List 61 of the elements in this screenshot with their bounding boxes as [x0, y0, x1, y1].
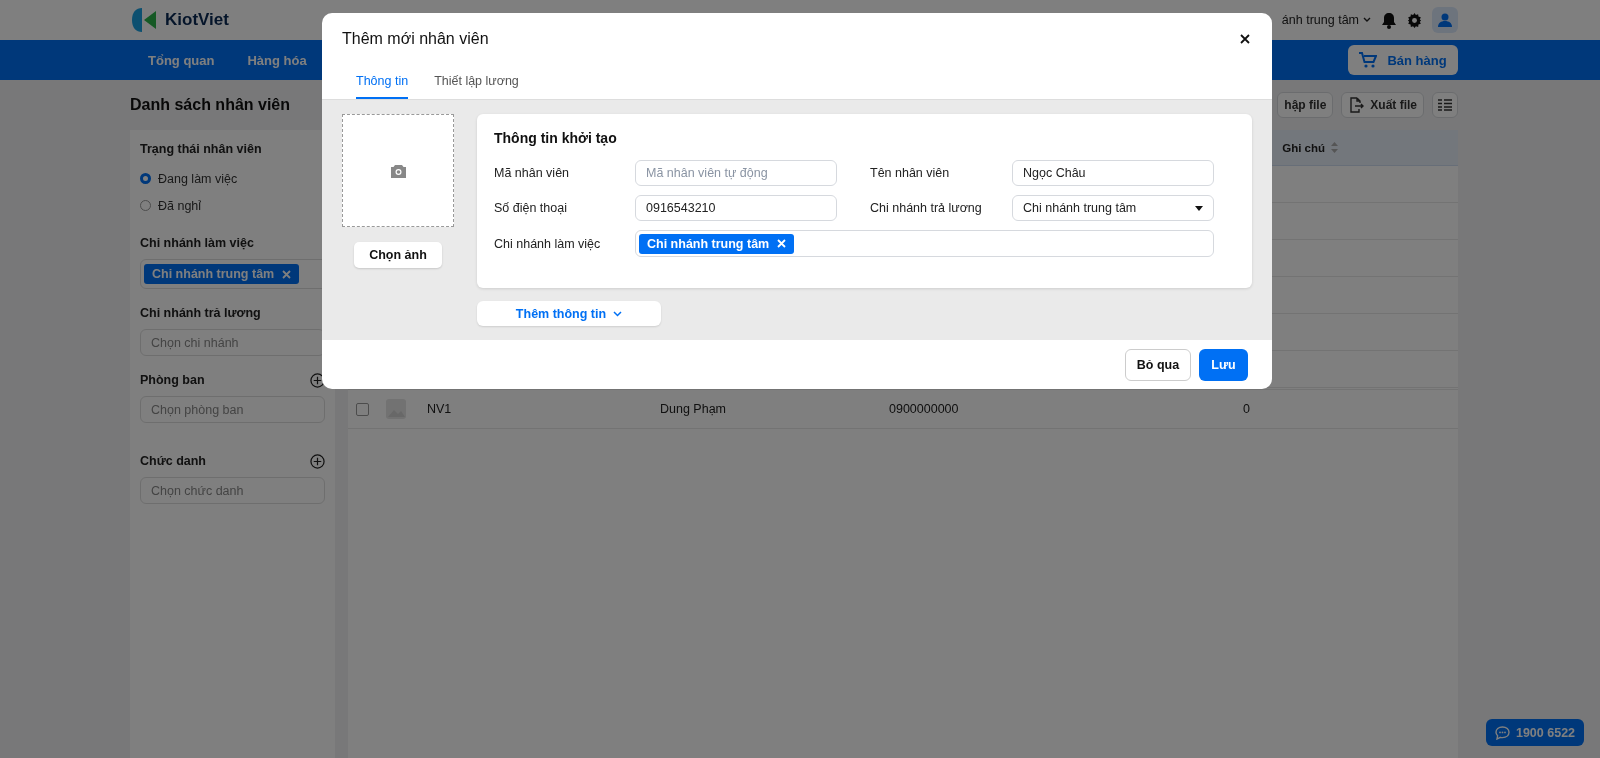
column-settings-button[interactable]	[1432, 92, 1458, 118]
field-label: Chi nhánh trả lương	[869, 201, 983, 215]
cart-icon	[1359, 52, 1378, 68]
user-avatar[interactable]	[1432, 7, 1458, 33]
field-label: Mã nhân viên	[494, 166, 571, 180]
table-cell-text: NV1	[427, 402, 453, 416]
save-button[interactable]: Lưu	[1199, 348, 1248, 381]
table-cell: 0	[1243, 402, 1250, 416]
filter-title: Phòng ban	[140, 373, 205, 387]
section-title: Thông tin khởi tạo	[494, 130, 618, 146]
row-checkbox[interactable]	[356, 402, 369, 416]
chevron-down-icon	[613, 310, 623, 317]
import-button[interactable]: hập file	[1277, 92, 1334, 118]
tag-field[interactable]: Chi nhánh trung tâm	[635, 230, 1214, 257]
field-label: Số điện thoại	[494, 201, 568, 215]
select-field[interactable]: Chọn phòng ban	[140, 396, 325, 423]
chat-icon	[1494, 725, 1510, 740]
field-label: Tên nhân viên	[869, 166, 951, 180]
more-info-button[interactable]: Thêm thông tin	[477, 301, 661, 326]
select-field[interactable]: Chọn chi nhánh	[140, 329, 325, 356]
choose-photo-button[interactable]: Chọn ảnh	[354, 242, 442, 268]
column-header[interactable]: Ghi chú	[1282, 141, 1338, 154]
settings-icon[interactable]	[1407, 12, 1422, 28]
nav-item[interactable]: Tổng quan	[148, 52, 215, 68]
filter-title: Chức danh	[140, 454, 206, 468]
filter-title: Trạng thái nhân viên	[140, 142, 262, 156]
export-button[interactable]: Xuất file	[1341, 92, 1424, 118]
cancel-button[interactable]: Bỏ qua	[1125, 348, 1191, 381]
list-icon	[1438, 99, 1452, 111]
support-button[interactable]: 1900 6522	[1486, 719, 1584, 746]
tab[interactable]: Thiết lập lương	[434, 65, 519, 99]
table-cell-text: 0900000000	[889, 402, 960, 416]
user-icon	[1438, 13, 1452, 27]
logo-text: KiotViet	[165, 10, 229, 30]
bell-icon[interactable]	[1381, 11, 1397, 29]
filter-title: Chi nhánh trả lương	[140, 306, 261, 320]
camera-icon	[389, 163, 407, 178]
field-label: Chi nhánh làm việc	[494, 236, 602, 251]
radio-option[interactable]: Đã nghỉ	[140, 192, 325, 219]
branch-selector[interactable]: ánh trung tâm	[1281, 13, 1371, 27]
filter-title: Chi nhánh làm việc	[140, 236, 254, 250]
page-title: Danh sách nhân viên	[130, 96, 291, 114]
sell-button[interactable]: Bán hàng	[1348, 45, 1458, 75]
dropdown-arrow-icon	[1195, 205, 1203, 211]
input-field[interactable]: 0916543210	[635, 195, 837, 221]
chevron-down-icon	[1363, 17, 1371, 23]
dialog-title: Thêm mới nhân viên	[342, 30, 489, 48]
photo-dropzone[interactable]	[342, 114, 454, 227]
input-field[interactable]: Ngọc Châu	[1012, 160, 1214, 186]
sort-icon	[1331, 142, 1338, 153]
select-field[interactable]: Chi nhánh trung tâm	[1012, 195, 1214, 221]
radio-option[interactable]: Đang làm việc	[140, 165, 325, 192]
close-icon[interactable]	[1240, 34, 1250, 44]
select-field[interactable]: Chọn chức danh	[140, 477, 325, 504]
nav-item[interactable]: Hàng hóa	[247, 52, 307, 68]
file-export-icon	[1348, 97, 1365, 113]
logo-icon	[130, 7, 158, 33]
table-cell-text: Dung Phạm	[660, 402, 727, 416]
input-field[interactable]: Mã nhân viên tự động	[635, 160, 837, 186]
branch-tag: Chi nhánh trung tâm	[144, 264, 300, 284]
branch-tag: Chi nhánh trung tâm	[639, 233, 795, 254]
